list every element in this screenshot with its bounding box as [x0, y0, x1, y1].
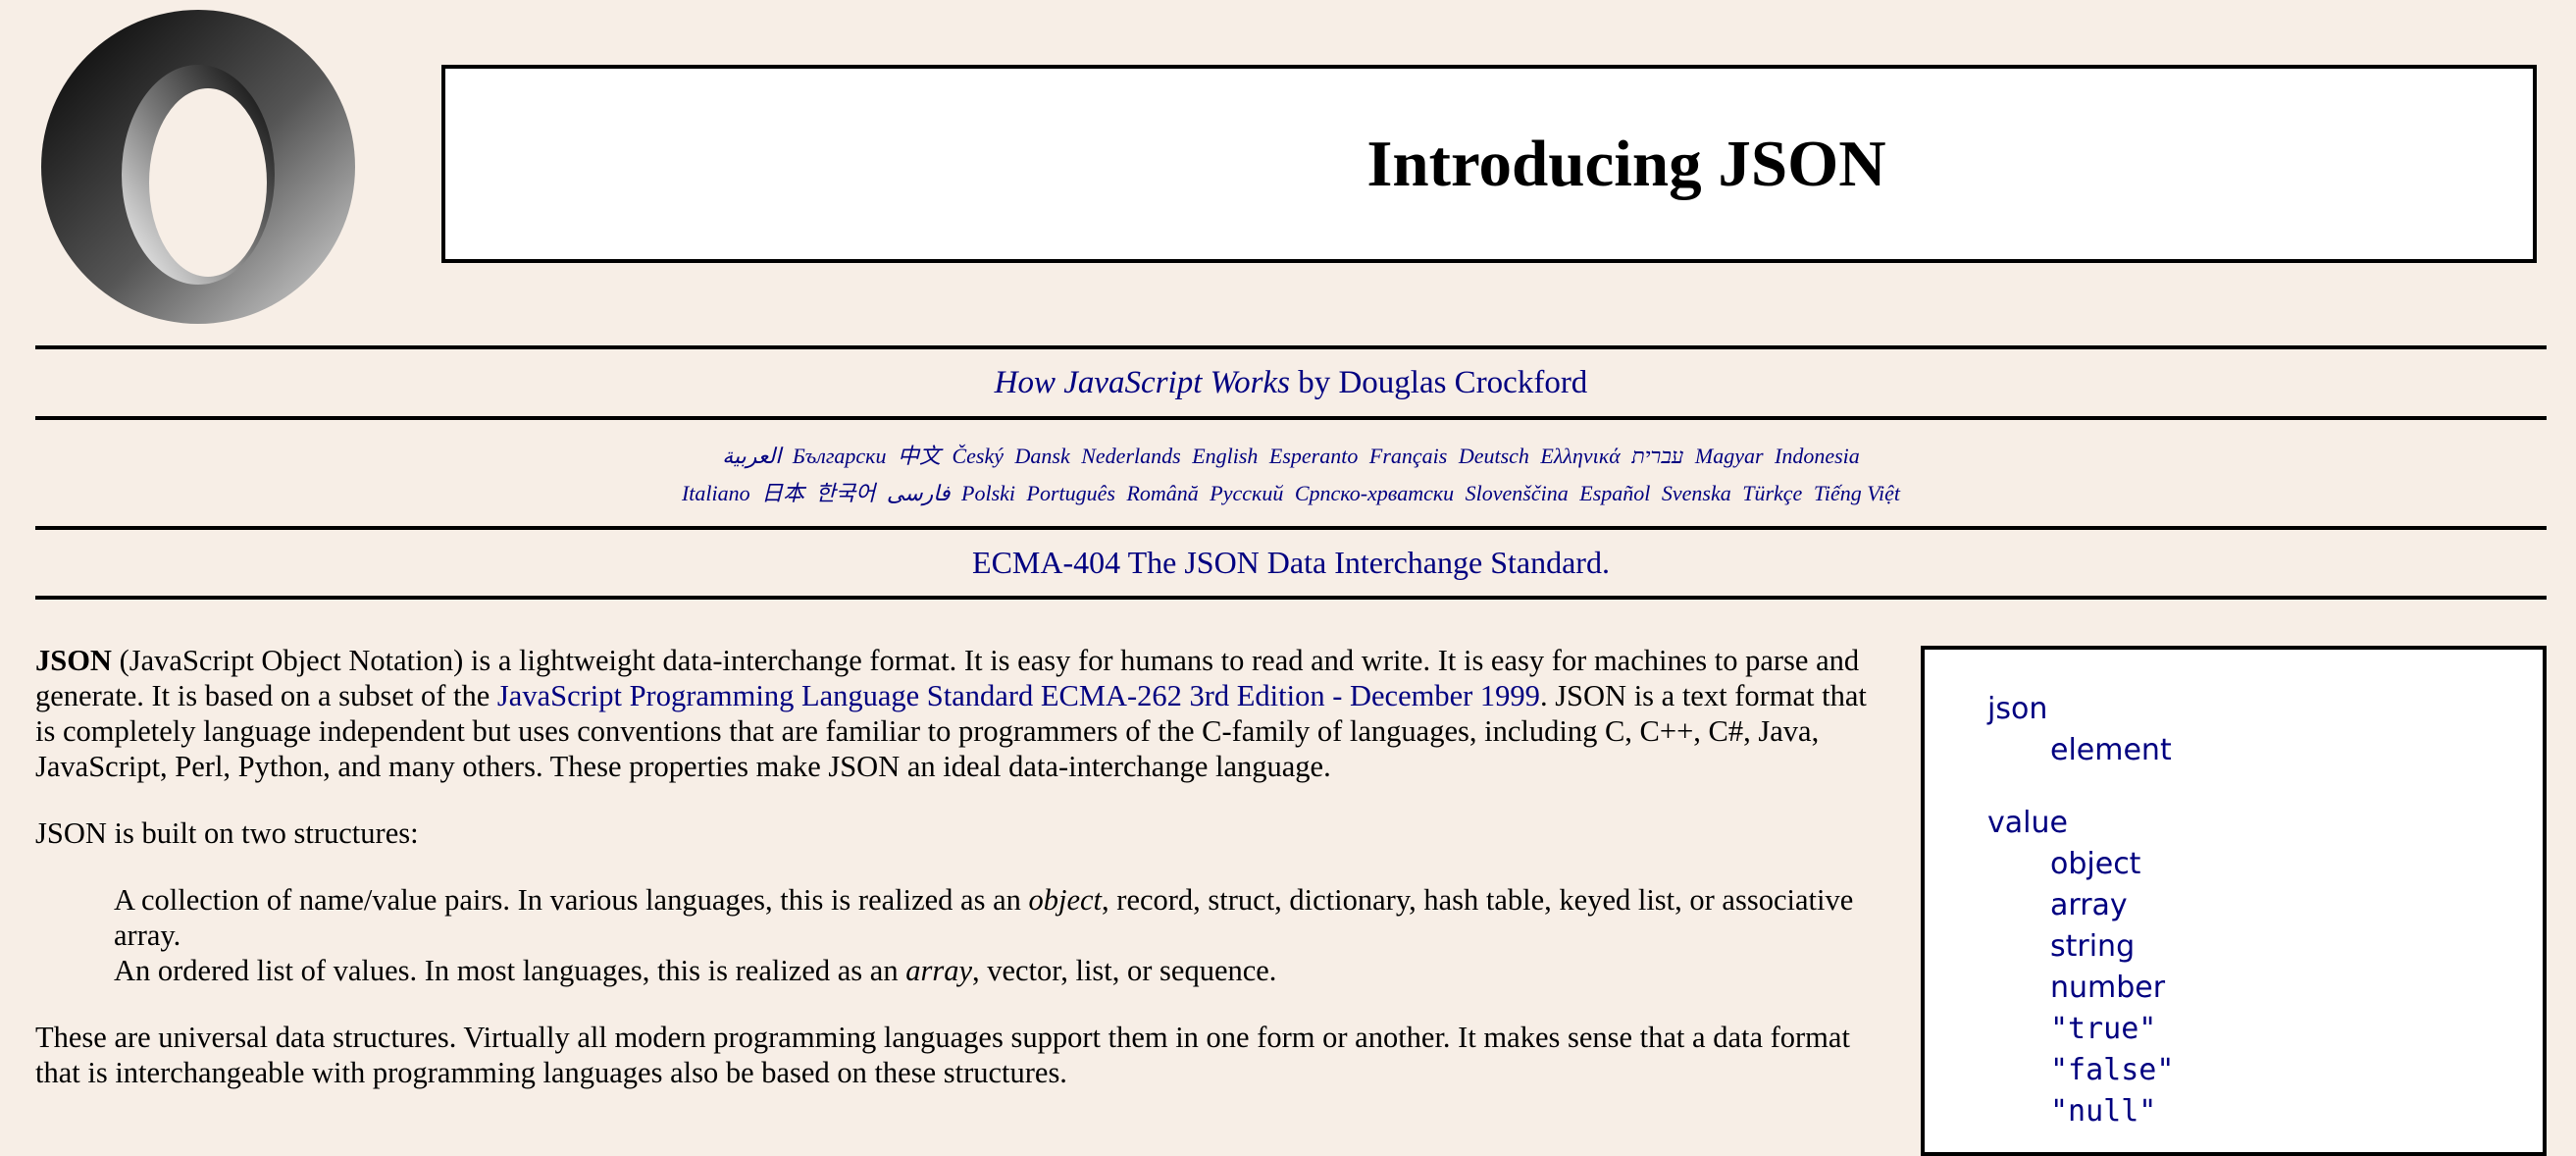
- list-item: A collection of name/value pairs. In var…: [114, 883, 1854, 952]
- language-link[interactable]: Ελληνικά: [1540, 444, 1620, 468]
- page-title: Introducing JSON: [1366, 127, 1886, 200]
- language-row: Italiano 日本 한국어 فارسی Polski Português R…: [35, 475, 2547, 512]
- language-link[interactable]: 日本: [761, 481, 804, 505]
- language-link[interactable]: Português: [1027, 481, 1115, 505]
- grammar-alt: "false": [2050, 1053, 2175, 1087]
- book-line: How JavaScript Works by Douglas Crockfor…: [35, 357, 2547, 408]
- divider: [35, 416, 2547, 420]
- language-link[interactable]: Svenska: [1662, 481, 1731, 505]
- language-link[interactable]: فارسی: [887, 481, 951, 505]
- grammar-alt: number: [2050, 971, 2166, 1005]
- language-link[interactable]: Français: [1369, 444, 1447, 468]
- grammar-alt: element: [2050, 733, 2172, 767]
- language-link[interactable]: 中文: [898, 444, 941, 468]
- main-content: JSON (JavaScript Object Notation) is a l…: [35, 643, 1889, 1122]
- grammar-alt: array: [2050, 888, 2128, 922]
- title-box: Introducing JSON: [441, 65, 2537, 263]
- list-item: An ordered list of values. In most langu…: [114, 954, 1277, 987]
- grammar-alt: "true": [2050, 1012, 2157, 1046]
- ecma-404-link[interactable]: ECMA-404 The JSON Data Interchange Stand…: [972, 545, 1610, 580]
- grammar-rule-json: json: [1987, 692, 2048, 726]
- structures-intro: JSON is built on two structures:: [35, 816, 419, 850]
- intro-paragraph: JSON (JavaScript Object Notation) is a l…: [35, 644, 1867, 783]
- language-link[interactable]: Magyar: [1695, 444, 1764, 468]
- grammar-box: json element value object array string n…: [1921, 646, 2547, 1156]
- language-link[interactable]: Dansk: [1015, 444, 1070, 468]
- universal-paragraph: These are universal data structures. Vir…: [35, 1021, 1850, 1089]
- language-link[interactable]: Nederlands: [1081, 444, 1180, 468]
- language-link[interactable]: Română: [1126, 481, 1198, 505]
- structures-list: A collection of name/value pairs. In var…: [114, 882, 1889, 988]
- grammar-alt: string: [2050, 929, 2136, 964]
- language-list: العربية Български 中文 Český Dansk Nederla…: [35, 438, 2547, 512]
- language-link[interactable]: Русский: [1210, 481, 1283, 505]
- language-link[interactable]: Český: [952, 444, 1004, 468]
- language-link[interactable]: Indonesia: [1775, 444, 1860, 468]
- language-link[interactable]: Deutsch: [1459, 444, 1529, 468]
- grammar-rule-value: value: [1987, 806, 2068, 840]
- language-link[interactable]: English: [1192, 444, 1258, 468]
- language-link[interactable]: Српско-хрватски: [1295, 481, 1454, 505]
- language-link[interactable]: Español: [1579, 481, 1650, 505]
- book-link[interactable]: How JavaScript Works by Douglas Crockfor…: [995, 365, 1588, 400]
- language-link[interactable]: 한국어: [816, 481, 876, 505]
- language-link[interactable]: עברית: [1631, 444, 1683, 468]
- language-link[interactable]: Türkçe: [1742, 481, 1802, 505]
- language-link[interactable]: Polski: [961, 481, 1015, 505]
- grammar-alt: object: [2050, 847, 2141, 881]
- language-link[interactable]: Slovenščina: [1466, 481, 1569, 505]
- language-link[interactable]: العربية: [722, 444, 781, 468]
- language-link[interactable]: Italiano: [682, 481, 750, 505]
- divider: [35, 345, 2547, 349]
- language-link[interactable]: Tiếng Việt: [1814, 481, 1900, 505]
- language-link[interactable]: Български: [793, 444, 887, 468]
- language-row: العربية Български 中文 Český Dansk Nederla…: [35, 438, 2547, 475]
- language-link[interactable]: Esperanto: [1269, 444, 1358, 468]
- divider: [35, 596, 2547, 600]
- divider: [35, 526, 2547, 530]
- json-term: JSON: [35, 644, 112, 677]
- ecma-line: ECMA-404 The JSON Data Interchange Stand…: [35, 538, 2547, 587]
- json-logo-icon: [41, 10, 355, 324]
- ecma-262-link[interactable]: JavaScript Programming Language Standard…: [497, 679, 1540, 712]
